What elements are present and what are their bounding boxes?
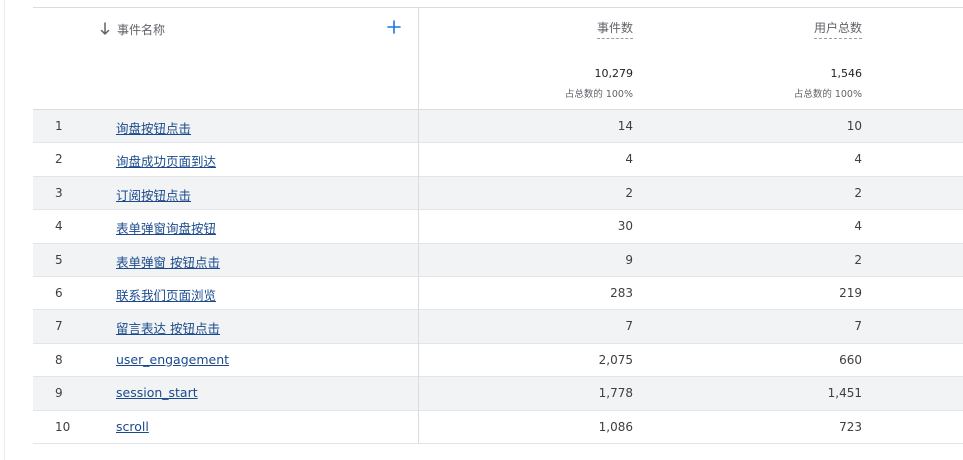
table-row: 3 订阅按钮点击 2 2 bbox=[33, 176, 963, 211]
table-row: 10 scroll 1,086 723 bbox=[33, 411, 963, 444]
event-name-link[interactable]: 询盘按钮点击 bbox=[116, 118, 191, 137]
row-index: 2 bbox=[55, 152, 63, 167]
user-count-cell: 2 bbox=[854, 185, 862, 200]
metric-title-users[interactable]: 用户总数 bbox=[813, 19, 862, 39]
event-name-link[interactable]: scroll bbox=[116, 419, 149, 434]
row-index: 6 bbox=[55, 285, 63, 300]
event-name-link[interactable]: 表单弹窗询盘按钮 bbox=[116, 218, 216, 237]
event-count-cell: 1,086 bbox=[598, 419, 633, 434]
row-index: 4 bbox=[55, 219, 63, 234]
table-row: 5 表单弹窗 按钮点击 9 2 bbox=[33, 243, 963, 277]
table-row: 1 询盘按钮点击 14 10 bbox=[33, 110, 963, 144]
event-count-cell: 1,778 bbox=[598, 386, 633, 401]
table-body: 1 询盘按钮点击 14 10 2 询盘成功页面到达 4 4 3 订阅按钮点击 2… bbox=[33, 110, 963, 444]
event-count-cell: 14 bbox=[617, 119, 633, 133]
arrow-down-icon[interactable] bbox=[100, 22, 110, 36]
user-count-cell: 4 bbox=[854, 219, 862, 234]
event-name-link[interactable]: 询盘成功页面到达 bbox=[116, 151, 216, 170]
event-count-cell: 283 bbox=[610, 285, 633, 300]
row-index: 7 bbox=[55, 319, 63, 334]
table-row: 4 表单弹窗询盘按钮 30 4 bbox=[33, 210, 963, 244]
metric-total-events: 10,279 bbox=[594, 67, 634, 80]
event-name-link[interactable]: 表单弹窗 按钮点击 bbox=[116, 252, 220, 271]
table-row: 8 user_engagement 2,075 660 bbox=[33, 344, 963, 378]
plus-icon[interactable] bbox=[387, 20, 401, 34]
event-count-cell: 2,075 bbox=[598, 352, 633, 367]
report-table: 事件名称 事件数 10,279 占总数的 100% 用户总数 1,546 占总数… bbox=[0, 0, 963, 460]
event-name-link[interactable]: 联系我们页面浏览 bbox=[116, 285, 216, 304]
event-count-cell: 2 bbox=[625, 185, 633, 200]
event-count-cell: 4 bbox=[625, 152, 633, 167]
user-count-cell: 7 bbox=[854, 319, 862, 334]
user-count-cell: 4 bbox=[854, 152, 862, 167]
panel-edge bbox=[4, 0, 5, 460]
dimension-column-title[interactable]: 事件名称 bbox=[117, 21, 165, 38]
user-count-cell: 219 bbox=[839, 285, 862, 300]
user-count-cell: 660 bbox=[839, 352, 862, 367]
metric-pct-events: 占总数的 100% bbox=[564, 89, 633, 100]
row-index: 9 bbox=[55, 386, 63, 401]
table-row: 6 联系我们页面浏览 283 219 bbox=[33, 277, 963, 311]
event-name-link[interactable]: 订阅按钮点击 bbox=[116, 185, 191, 204]
user-count-cell: 10 bbox=[846, 119, 862, 133]
table-row: 9 session_start 1,778 1,451 bbox=[33, 377, 963, 411]
event-name-link[interactable]: 留言表达 按钮点击 bbox=[116, 318, 220, 337]
metric-total-users: 1,546 bbox=[830, 67, 863, 80]
metric-title-events[interactable]: 事件数 bbox=[596, 19, 633, 39]
user-count-cell: 723 bbox=[839, 419, 862, 434]
row-index: 5 bbox=[55, 252, 63, 267]
event-count-cell: 30 bbox=[617, 219, 633, 234]
row-index: 10 bbox=[55, 419, 71, 434]
metric-pct-users: 占总数的 100% bbox=[793, 89, 862, 100]
table-header: 事件名称 事件数 10,279 占总数的 100% 用户总数 1,546 占总数… bbox=[33, 8, 963, 109]
table-row: 7 留言表达 按钮点击 7 7 bbox=[33, 310, 963, 344]
event-name-link[interactable]: session_start bbox=[116, 385, 198, 400]
column-divider bbox=[418, 8, 419, 444]
user-count-cell: 1,451 bbox=[827, 386, 862, 401]
row-index: 1 bbox=[55, 119, 63, 133]
event-count-cell: 7 bbox=[625, 319, 633, 334]
row-index: 3 bbox=[55, 185, 63, 200]
event-name-link[interactable]: user_engagement bbox=[116, 352, 229, 367]
user-count-cell: 2 bbox=[854, 252, 862, 267]
event-count-cell: 9 bbox=[625, 252, 633, 267]
row-index: 8 bbox=[55, 352, 63, 367]
table-row: 2 询盘成功页面到达 4 4 bbox=[33, 143, 963, 177]
